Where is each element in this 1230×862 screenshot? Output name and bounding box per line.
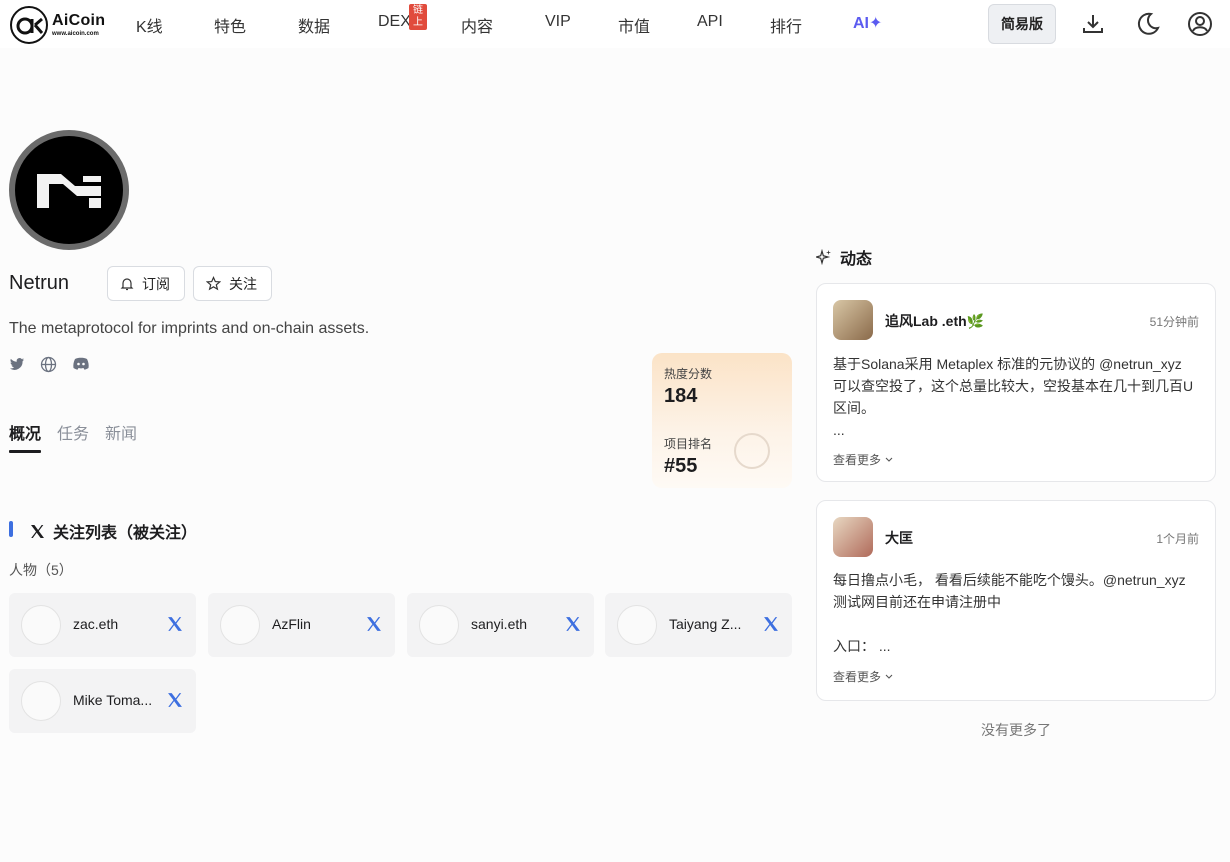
no-more-text: 没有更多了 [981, 722, 1051, 738]
heat-score-label: 热度分数 [664, 367, 713, 381]
tab-overview[interactable]: 概况 [9, 420, 41, 444]
see-more-link[interactable]: 查看更多 [833, 668, 893, 685]
see-more-label: 查看更多 [833, 670, 882, 684]
nav-item-data[interactable]: 数据 [298, 13, 330, 37]
avatar [419, 605, 459, 645]
moon-icon[interactable] [1135, 11, 1161, 37]
person-name: Taiyang Z... [669, 616, 742, 632]
follow-button[interactable]: 关注 [193, 266, 272, 301]
person-name: zac.eth [73, 616, 119, 632]
person-card[interactable]: zac.eth [9, 593, 196, 657]
heat-score-value: 184 [664, 385, 698, 407]
nav-item-ranking[interactable]: 排行 [770, 13, 802, 37]
rank-value: #55 [664, 455, 698, 477]
twitter-icon[interactable] [9, 356, 27, 374]
section-accent-bar [9, 521, 13, 537]
following-section-title: 关注列表（被关注） [30, 519, 197, 543]
nav-item-market-cap[interactable]: 市值 [618, 13, 650, 37]
avatar [21, 681, 61, 721]
nav-item-features[interactable]: 特色 [214, 13, 246, 37]
nav-item-vip[interactable]: VIP [545, 13, 571, 31]
download-icon[interactable] [1080, 11, 1106, 37]
person-card[interactable]: sanyi.eth [407, 593, 594, 657]
see-more-label: 查看更多 [833, 453, 882, 467]
follow-label: 关注 [229, 275, 257, 292]
nav-item-api[interactable]: API [697, 13, 723, 31]
feed-post[interactable]: 大匡 1个月前 每日撸点小毛， 看看后续能不能吃个馒头。@netrun_xyz … [816, 500, 1216, 701]
post-author[interactable]: 大匡 [885, 528, 913, 548]
author-avatar [833, 300, 873, 340]
x-link-icon [367, 617, 381, 631]
aicoin-watermark-icon [734, 433, 770, 469]
feed-title-text: 动态 [840, 251, 873, 268]
subscribe-label: 订阅 [142, 275, 170, 292]
nav-item-ai[interactable]: AI✦ [853, 13, 882, 33]
sparkle-icon [816, 249, 831, 265]
user-icon[interactable] [1187, 11, 1213, 37]
x-link-icon [168, 693, 182, 707]
logo-url: www.aicoin.com [52, 31, 99, 37]
post-time: 51分钟前 [1149, 315, 1199, 329]
chevron-down-icon [885, 457, 893, 462]
nav-item-content[interactable]: 内容 [461, 13, 493, 37]
active-tab-indicator [9, 450, 41, 453]
person-name: AzFlin [272, 616, 311, 632]
aicoin-logo-mark [10, 6, 48, 44]
logo-name: AiCoin [52, 12, 106, 29]
following-title-text: 关注列表（被关注） [53, 525, 198, 542]
avatar [220, 605, 260, 645]
subscribe-button[interactable]: 订阅 [107, 266, 185, 301]
onchain-badge: 链上 [409, 4, 427, 30]
avatar [617, 605, 657, 645]
post-time: 1个月前 [1156, 532, 1199, 546]
x-logo-icon [31, 524, 44, 538]
globe-icon[interactable] [40, 356, 58, 374]
person-name: sanyi.eth [471, 616, 528, 632]
x-link-icon [566, 617, 580, 631]
top-navigation-bar: AiCoin www.aicoin.com K线 特色 数据 DEX 链上 内容… [0, 0, 1230, 48]
project-avatar [9, 130, 129, 250]
person-card[interactable]: Mike Toma... [9, 669, 196, 733]
x-link-icon [168, 617, 182, 631]
project-description: The metaprotocol for imprints and on-cha… [9, 320, 370, 337]
rank-label: 项目排名 [664, 437, 713, 451]
author-avatar [833, 517, 873, 557]
person-name: Mike Toma... [73, 692, 153, 708]
simple-mode-button[interactable]: 简易版 [988, 4, 1056, 44]
tab-news[interactable]: 新闻 [105, 420, 137, 444]
aicoin-logo[interactable]: AiCoin www.aicoin.com [10, 6, 105, 44]
star-icon [206, 276, 221, 291]
nav-item-kline[interactable]: K线 [136, 13, 163, 37]
post-author[interactable]: 追风Lab .eth🌿 [885, 311, 984, 331]
person-card[interactable]: AzFlin [208, 593, 395, 657]
chevron-down-icon [885, 674, 893, 679]
feed-title: 动态 [816, 245, 872, 269]
bell-icon [120, 277, 134, 290]
score-card: 热度分数 184 项目排名 #55 [652, 353, 792, 488]
discord-icon[interactable] [72, 356, 90, 374]
project-name: Netrun [9, 272, 70, 294]
person-card[interactable]: Taiyang Z... [605, 593, 792, 657]
nav-item-dex[interactable]: DEX [378, 13, 411, 31]
avatar [21, 605, 61, 645]
people-count-label: 人物（5） [9, 562, 73, 578]
post-text: 每日撸点小毛， 看看后续能不能吃个馒头。@netrun_xyz 测试网目前还在申… [833, 572, 1186, 654]
see-more-link[interactable]: 查看更多 [833, 451, 893, 468]
tab-tasks[interactable]: 任务 [57, 420, 89, 444]
x-link-icon [764, 617, 778, 631]
feed-post[interactable]: 追风Lab .eth🌿 51分钟前 基于Solana采用 Metaplex 标准… [816, 283, 1216, 482]
post-text: 基于Solana采用 Metaplex 标准的元协议的 @netrun_xyz … [833, 356, 1194, 438]
